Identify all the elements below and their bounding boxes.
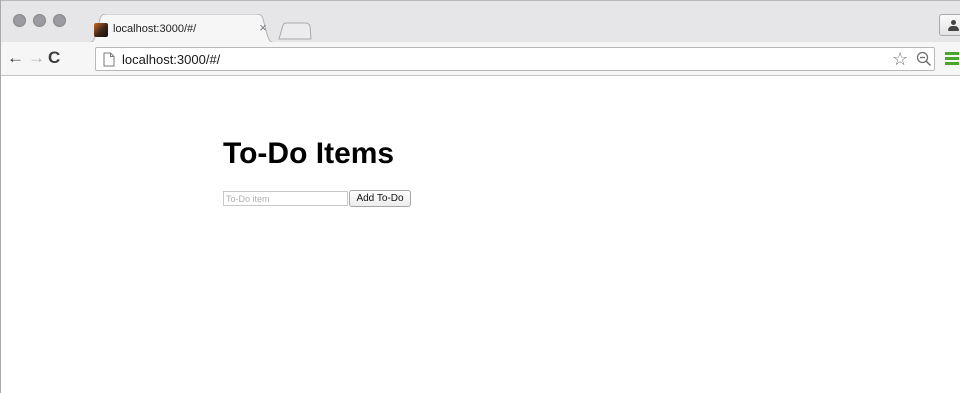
add-todo-button[interactable]: Add To-Do [349,190,411,207]
tab-close-icon[interactable]: × [256,21,270,35]
browser-window: localhost:3000/#/ × ← → C localhost:3000… [0,0,960,393]
site-favicon-icon [94,23,108,37]
zoom-out-icon[interactable] [916,51,932,67]
profile-icon-body [948,26,959,31]
tab-title: localhost:3000/#/ [113,23,197,35]
back-icon[interactable]: ← [7,49,24,67]
profile-button[interactable] [939,14,960,36]
profile-icon [951,20,956,25]
bookmark-star-icon[interactable]: ☆ [892,49,908,69]
todo-input[interactable] [223,191,348,206]
page-content: To-Do Items Add To-Do [1,77,960,393]
url-text[interactable]: localhost:3000/#/ [122,52,220,67]
maximize-window-button[interactable] [53,14,66,27]
minimize-window-button[interactable] [33,14,46,27]
forward-icon[interactable]: → [28,49,45,67]
hamburger-menu-icon[interactable] [945,52,959,66]
close-window-button[interactable] [13,14,26,27]
address-bar[interactable]: localhost:3000/#/ ☆ [95,47,935,71]
tab-active[interactable]: localhost:3000/#/ × [85,14,278,43]
browser-toolbar: ← → C localhost:3000/#/ ☆ [1,42,960,76]
new-tab-button[interactable] [278,22,312,40]
page-title: To-Do Items [223,137,395,170]
reload-icon[interactable]: C [48,48,68,68]
tab-strip: localhost:3000/#/ × [1,0,960,43]
page-icon [103,52,115,67]
